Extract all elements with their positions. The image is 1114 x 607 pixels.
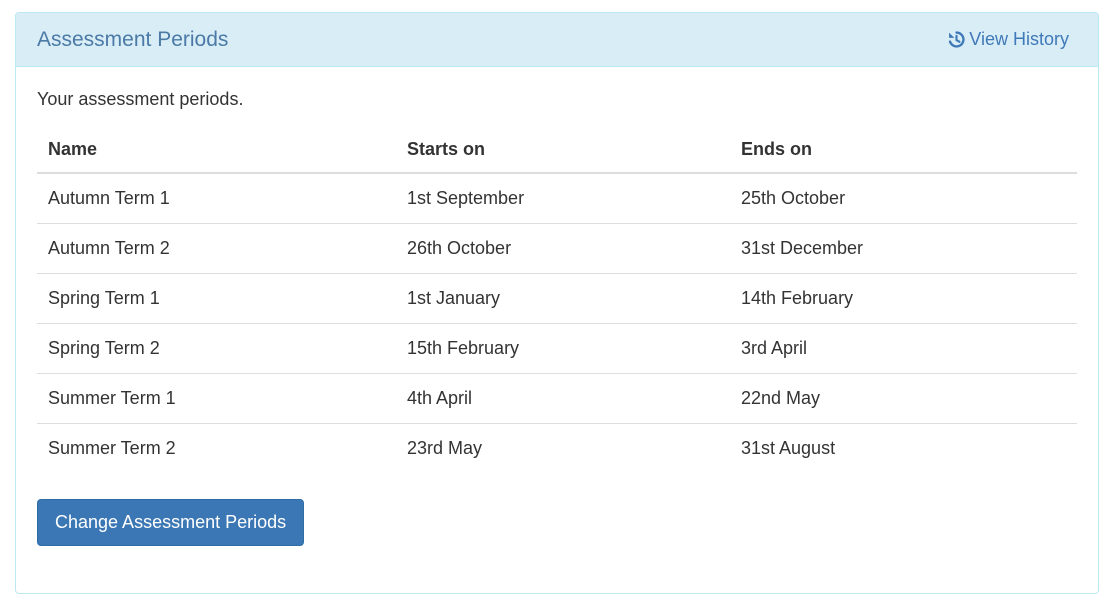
period-name: Spring Term 2 — [37, 323, 396, 374]
period-end: 31st August — [741, 437, 836, 458]
column-header-starts-on: Starts on — [396, 125, 730, 174]
period-start: 1st January — [396, 273, 730, 324]
panel-heading: Assessment Periods View History — [16, 13, 1098, 67]
column-header-name: Name — [37, 125, 396, 174]
period-name: Autumn Term 2 — [37, 223, 396, 274]
assessment-periods-table: Name Starts on Ends on Autumn Term 1 1st… — [37, 125, 1077, 473]
history-icon — [949, 31, 965, 48]
period-name: Summer Term 1 — [37, 373, 396, 424]
period-end: 25th October — [730, 173, 1077, 224]
table-header-row: Name Starts on Ends on — [37, 125, 1077, 174]
table-row: Autumn Term 2 26th October 31st December — [37, 223, 1077, 274]
panel-body: Your assessment periods. Name Starts on … — [16, 67, 1098, 546]
table-row: Summer Term 1 4th April 22nd May — [37, 373, 1077, 424]
period-start: 23rd May — [407, 437, 483, 458]
view-history-link[interactable]: View History — [948, 29, 1069, 50]
period-end: 14th February — [730, 273, 1077, 324]
period-end: 31st December — [730, 223, 1077, 274]
change-assessment-periods-button[interactable]: Change Assessment Periods — [37, 499, 305, 546]
period-end: 3rd April — [730, 323, 1077, 374]
table-row: Spring Term 1 1st January 14th February — [37, 273, 1077, 324]
table-row: Spring Term 2 15th February 3rd April — [37, 323, 1077, 374]
period-start: 4th April — [396, 373, 730, 424]
period-name: Summer Term 2 — [48, 437, 176, 458]
view-history-label: View History — [969, 29, 1069, 49]
table-row: Autumn Term 1 1st September 25th October — [37, 173, 1077, 224]
assessment-periods-panel: Assessment Periods View History Your ass… — [15, 12, 1099, 594]
period-name: Autumn Term 1 — [37, 173, 396, 224]
column-header-ends-on: Ends on — [730, 125, 1077, 174]
period-name: Spring Term 1 — [37, 273, 396, 324]
table-row: Summer Term 2 23rd May 31st August — [37, 423, 1077, 473]
period-start: 15th February — [396, 323, 730, 374]
period-end: 22nd May — [730, 373, 1077, 424]
period-start: 1st September — [396, 173, 730, 224]
period-start: 26th October — [396, 223, 730, 274]
panel-title: Assessment Periods — [37, 27, 229, 51]
intro-text: Your assessment periods. — [37, 89, 244, 109]
